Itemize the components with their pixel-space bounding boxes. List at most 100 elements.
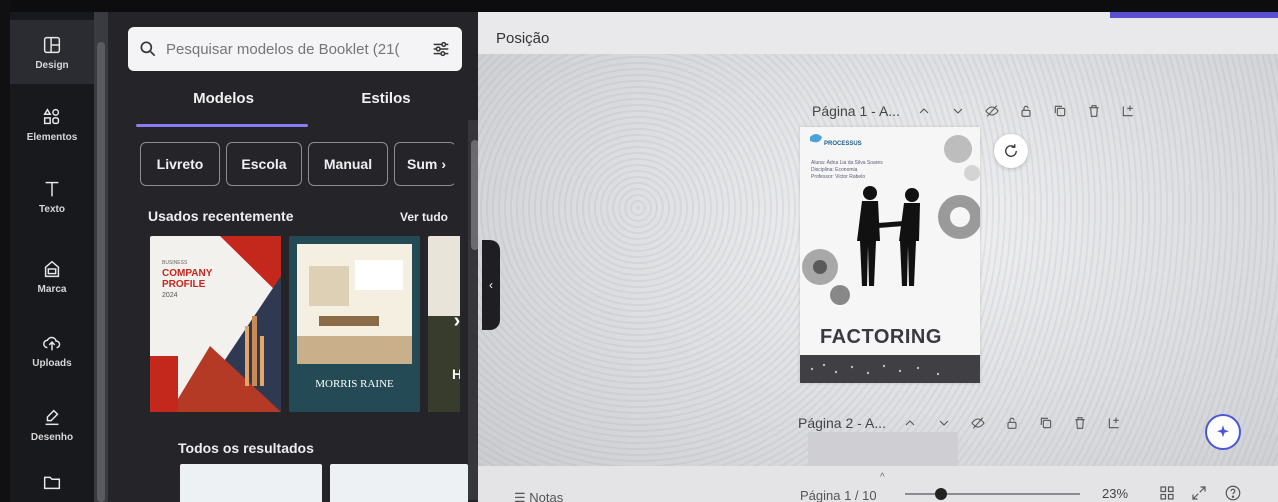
- side-rail: Design Elementos Texto Marca Uploads Des…: [10, 12, 94, 502]
- rail-label-marca: Marca: [37, 283, 67, 295]
- filter-icon[interactable]: [430, 38, 452, 60]
- rail-label-desenho: Desenho: [30, 431, 74, 443]
- monitor-bezel-left: [0, 0, 10, 502]
- rail-item-projects[interactable]: [10, 460, 94, 502]
- notes-icon: ☰: [514, 490, 530, 502]
- zoom-slider-track[interactable]: [905, 493, 1080, 495]
- all-results-list: [180, 464, 470, 502]
- page1-header: Página 1 - A...: [812, 98, 1154, 124]
- monitor-bezel-top: [0, 0, 1278, 12]
- page1-professor: Professor: Victor Rabelo: [811, 174, 866, 180]
- rail-label-elementos: Elementos: [26, 131, 78, 143]
- help-icon[interactable]: [1224, 484, 1242, 502]
- layout-icon: [43, 36, 61, 53]
- hide-icon[interactable]: [984, 103, 1000, 119]
- duplicate-icon[interactable]: [1052, 103, 1068, 119]
- sparkle-icon: [1217, 425, 1229, 438]
- search-input[interactable]: [166, 40, 416, 58]
- lock-icon[interactable]: [1018, 103, 1034, 119]
- tab-modelos[interactable]: Modelos: [136, 90, 311, 126]
- chip-livreto[interactable]: Livreto: [140, 142, 220, 186]
- chevron-down-icon[interactable]: [936, 415, 952, 431]
- page1-canvas[interactable]: PROCESSUS Aluna: Ádna Lia da Silva Soare…: [800, 127, 980, 383]
- trash-icon[interactable]: [1086, 103, 1102, 119]
- page1-logo: PROCESSUS: [824, 141, 862, 147]
- chevron-left-icon: ‹: [489, 278, 493, 292]
- rail-item-texto[interactable]: Texto: [10, 164, 94, 228]
- notes-button[interactable]: ☰ Notas: [514, 490, 563, 502]
- recent-section-title: Usados recentemente: [148, 208, 294, 224]
- search-box[interactable]: [128, 27, 462, 71]
- templates-panel: Modelos Estilos Livreto Escola Manual Su…: [108, 12, 478, 502]
- result-card[interactable]: [330, 464, 468, 502]
- fullscreen-icon[interactable]: [1190, 484, 1208, 502]
- recent-templates: BUSINESS COMPANY PROFILE 2024 MORRIS RAI…: [150, 236, 460, 412]
- see-all-link[interactable]: Ver tudo: [400, 210, 448, 224]
- chevron-down-icon[interactable]: [950, 103, 966, 119]
- all-results-title: Todos os resultados: [178, 440, 314, 456]
- add-page-icon[interactable]: [1106, 415, 1122, 431]
- shapes-icon: [43, 107, 60, 124]
- zoom-slider-knob[interactable]: [935, 488, 947, 500]
- zoom-value[interactable]: 23%: [1102, 486, 1128, 501]
- folder-icon: [43, 476, 61, 490]
- draw-icon: [45, 409, 59, 425]
- page2-title[interactable]: Página 2 - A...: [798, 415, 886, 431]
- magic-assistant-button[interactable]: [1205, 414, 1241, 450]
- template-company-profile[interactable]: BUSINESS COMPANY PROFILE 2024: [150, 236, 281, 412]
- result-card[interactable]: [180, 464, 322, 502]
- chevron-right-icon: ›: [441, 156, 447, 172]
- screen: Design Elementos Texto Marca Uploads Des…: [0, 0, 1278, 502]
- duplicate-icon[interactable]: [1038, 415, 1054, 431]
- caret-up-icon[interactable]: ^: [880, 472, 885, 483]
- chip-sumario-label: Sum: [407, 156, 438, 172]
- search-icon: [140, 41, 156, 57]
- card1-title-1: COMPANY: [162, 268, 213, 279]
- add-page-icon[interactable]: [1120, 103, 1136, 119]
- collapse-panel-button[interactable]: ‹: [482, 240, 500, 330]
- rail-item-uploads[interactable]: Uploads: [10, 318, 94, 382]
- rail-item-desenho[interactable]: Desenho: [10, 392, 94, 456]
- rail-label-texto: Texto: [39, 203, 65, 215]
- lock-icon[interactable]: [1004, 415, 1020, 431]
- card1-brand: BUSINESS: [162, 260, 188, 266]
- rail-label-uploads: Uploads: [32, 357, 72, 369]
- category-chips: Livreto Escola Manual Sum ›: [140, 142, 454, 186]
- chevron-right-icon[interactable]: ›: [445, 310, 469, 334]
- page1-headline: FACTORING: [820, 326, 942, 348]
- position-button[interactable]: Posição: [496, 30, 549, 47]
- chevron-up-icon[interactable]: [916, 103, 932, 119]
- tab-estilos[interactable]: Estilos: [316, 90, 456, 126]
- card1-year: 2024: [162, 292, 178, 299]
- page1-student: Aluna: Ádna Lia da Silva Soares: [811, 160, 883, 166]
- rail-scrollbar[interactable]: [94, 12, 108, 502]
- grid-view-icon[interactable]: [1158, 484, 1176, 502]
- upload-icon: [43, 336, 61, 350]
- template-morris-raine[interactable]: MORRIS RAINE: [289, 236, 420, 412]
- card1-title-2: PROFILE: [162, 279, 206, 290]
- chip-manual[interactable]: Manual: [308, 142, 388, 186]
- page1-title[interactable]: Página 1 - A...: [812, 103, 900, 119]
- rail-label-design: Design: [35, 59, 69, 71]
- rail-item-design[interactable]: Design: [10, 20, 94, 84]
- page1-discipline: Disciplina: Economia: [811, 167, 858, 173]
- page2-canvas[interactable]: [808, 432, 958, 466]
- active-tab-indicator: [136, 124, 308, 127]
- chevron-up-icon[interactable]: [902, 415, 918, 431]
- panel-tabs: Modelos Estilos: [136, 90, 456, 127]
- rail-item-marca[interactable]: Marca: [10, 244, 94, 308]
- chip-sumario[interactable]: Sum ›: [394, 142, 454, 186]
- chip-escola[interactable]: Escola: [226, 142, 302, 186]
- editor-toolbar: [478, 12, 1278, 54]
- trash-icon[interactable]: [1072, 415, 1088, 431]
- rail-item-elementos[interactable]: Elementos: [10, 92, 94, 156]
- rotate-icon: [1005, 144, 1017, 157]
- refresh-button[interactable]: [994, 134, 1028, 168]
- hide-icon[interactable]: [970, 415, 986, 431]
- card3-letter: H: [452, 366, 460, 382]
- notes-label: Notas: [529, 490, 564, 502]
- page-indicator[interactable]: Página 1 / 10: [800, 488, 877, 502]
- header-accent: [1110, 12, 1278, 18]
- brand-icon: [44, 260, 60, 277]
- card2-title: MORRIS RAINE: [315, 378, 394, 390]
